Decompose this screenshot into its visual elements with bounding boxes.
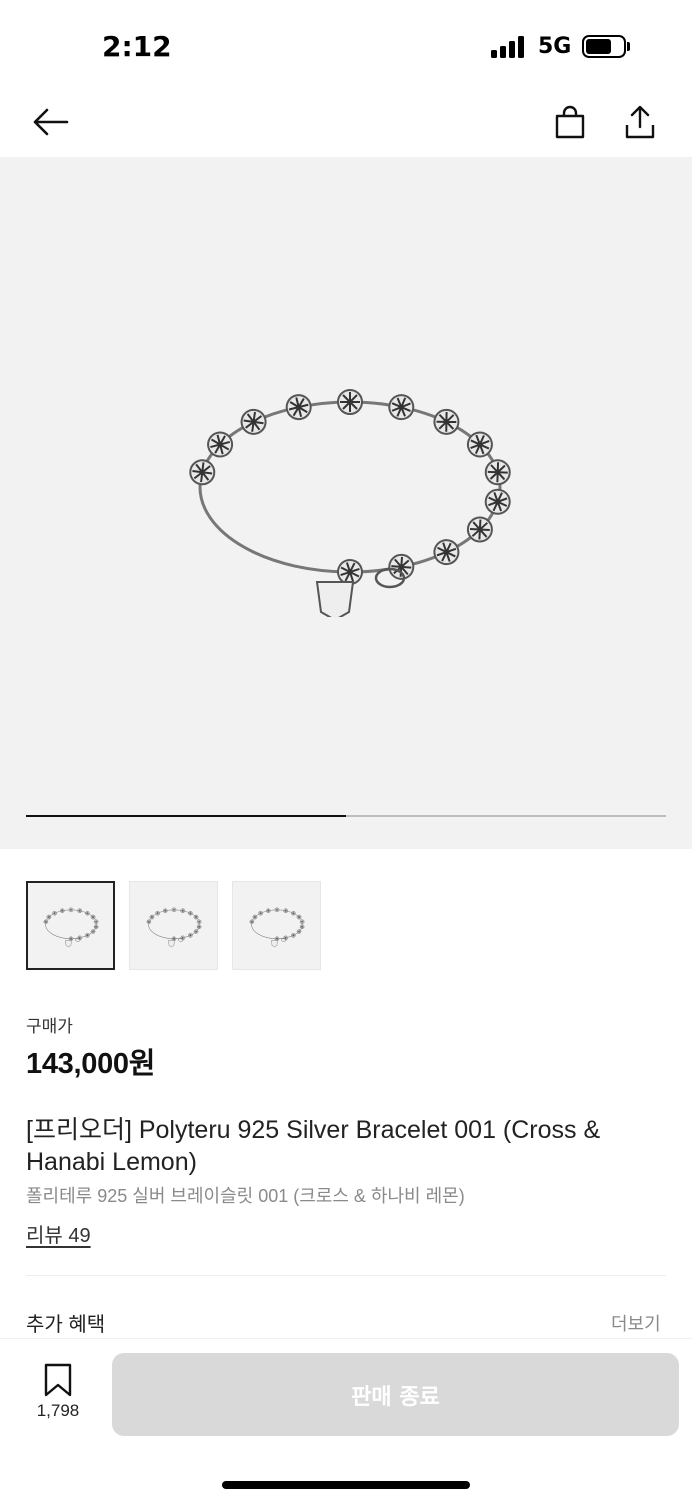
gallery-progress — [26, 815, 666, 817]
thumbnail-3[interactable] — [232, 881, 321, 970]
bookmark-button[interactable]: 1,798 — [26, 1363, 90, 1433]
sold-out-button[interactable]: 판매 종료 — [112, 1353, 679, 1436]
bookmark-count: 1,798 — [36, 1401, 80, 1420]
more-link[interactable]: 더보기 — [611, 1310, 661, 1336]
bracelet-image — [189, 389, 511, 617]
price: 143,000원 — [26, 1048, 156, 1080]
status-time: 2:12 — [102, 30, 172, 63]
bookmark-icon — [44, 1363, 72, 1397]
product-title: [프리오더] Polyteru 925 Silver Bracelet 001 … — [26, 1116, 601, 1176]
divider — [26, 1275, 666, 1276]
shopping-bag-icon[interactable] — [548, 100, 592, 144]
status-bar: 2:12 5G — [0, 0, 692, 88]
thumbnail-1[interactable] — [26, 881, 115, 970]
bracelet-thumbnail-image — [146, 907, 201, 947]
bottom-action-bar: 1,798 판매 종료 — [0, 1338, 692, 1500]
network-type: 5G — [538, 34, 572, 59]
review-link[interactable]: 리뷰 49 — [26, 1219, 91, 1248]
arrow-left-icon[interactable] — [28, 100, 72, 144]
product-image[interactable] — [0, 157, 692, 849]
benefits-label: 추가 혜택 — [26, 1314, 106, 1336]
top-navigation — [0, 88, 692, 156]
product-subtitle: 폴리테루 925 실버 브레이슬릿 001 (크로스 & 하나비 레몬) — [26, 1186, 465, 1206]
share-icon[interactable] — [618, 100, 662, 144]
signal-icon — [491, 36, 527, 58]
battery-icon — [582, 35, 626, 58]
home-indicator — [222, 1481, 470, 1489]
thumbnail-list — [26, 881, 321, 970]
bracelet-thumbnail-image — [43, 907, 98, 947]
thumbnail-2[interactable] — [129, 881, 218, 970]
bracelet-thumbnail-image — [249, 907, 304, 947]
price-label: 구매가 — [26, 1017, 73, 1036]
